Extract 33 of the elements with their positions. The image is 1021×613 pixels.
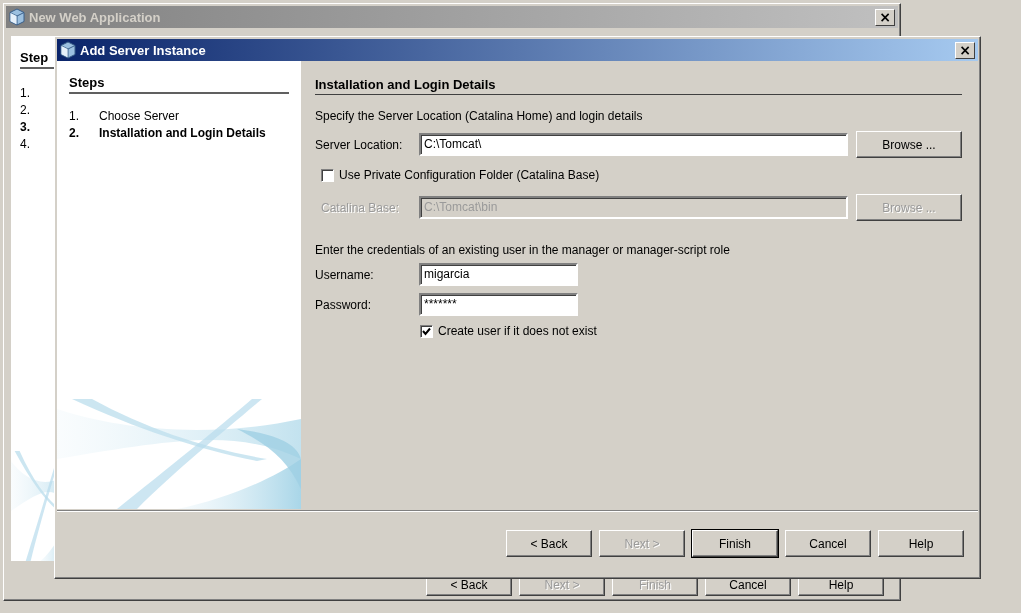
close-button[interactable]: ×: [875, 8, 895, 26]
section-title: Installation and Login Details: [315, 77, 962, 95]
wizard-button[interactable]: Finish: [692, 530, 778, 557]
wizard-button[interactable]: Cancel: [785, 530, 871, 557]
wizard-button[interactable]: Help: [878, 530, 964, 557]
field-label: Username:: [315, 267, 375, 282]
checkbox[interactable]: [321, 168, 334, 182]
checkbox-label: Create user if it does not exist: [438, 324, 597, 338]
steps-heading: Steps: [69, 75, 289, 94]
wizard-button[interactable]: < Back: [506, 530, 592, 557]
step-number: 2.: [69, 125, 80, 142]
step-number: 2.: [20, 102, 31, 119]
field-label: Password:: [315, 297, 373, 312]
field-label: Catalina Base:: [320, 200, 401, 215]
step-number: 3.: [20, 119, 31, 136]
password-field[interactable]: *******: [419, 293, 578, 316]
step-number: 1.: [20, 85, 31, 102]
server-location-field[interactable]: C:\Tomcat\: [419, 133, 848, 156]
cube-icon: [9, 8, 25, 26]
browse-button[interactable]: Browse ...: [856, 131, 962, 158]
cube-icon: [60, 41, 76, 59]
step-label: Choose Server: [99, 108, 180, 125]
step-number: 1.: [69, 108, 80, 125]
instruction-text: Specify the Server Location (Catalina Home) and login details: [315, 109, 644, 123]
window-title: New Web Application: [29, 9, 162, 25]
username-field[interactable]: migarcia: [419, 263, 578, 286]
close-button[interactable]: ×: [955, 41, 975, 59]
instruction-text: Enter the credentials of an existing user in the manager or manager-script role: [315, 243, 731, 257]
checkbox[interactable]: [420, 324, 433, 338]
step-label: Installation and Login Details: [99, 125, 266, 142]
checkbox-label: Use Private Configuration Folder (Catalina Base): [339, 168, 600, 182]
step-number: 4.: [20, 136, 31, 153]
field-label: Server Location:: [315, 137, 404, 152]
